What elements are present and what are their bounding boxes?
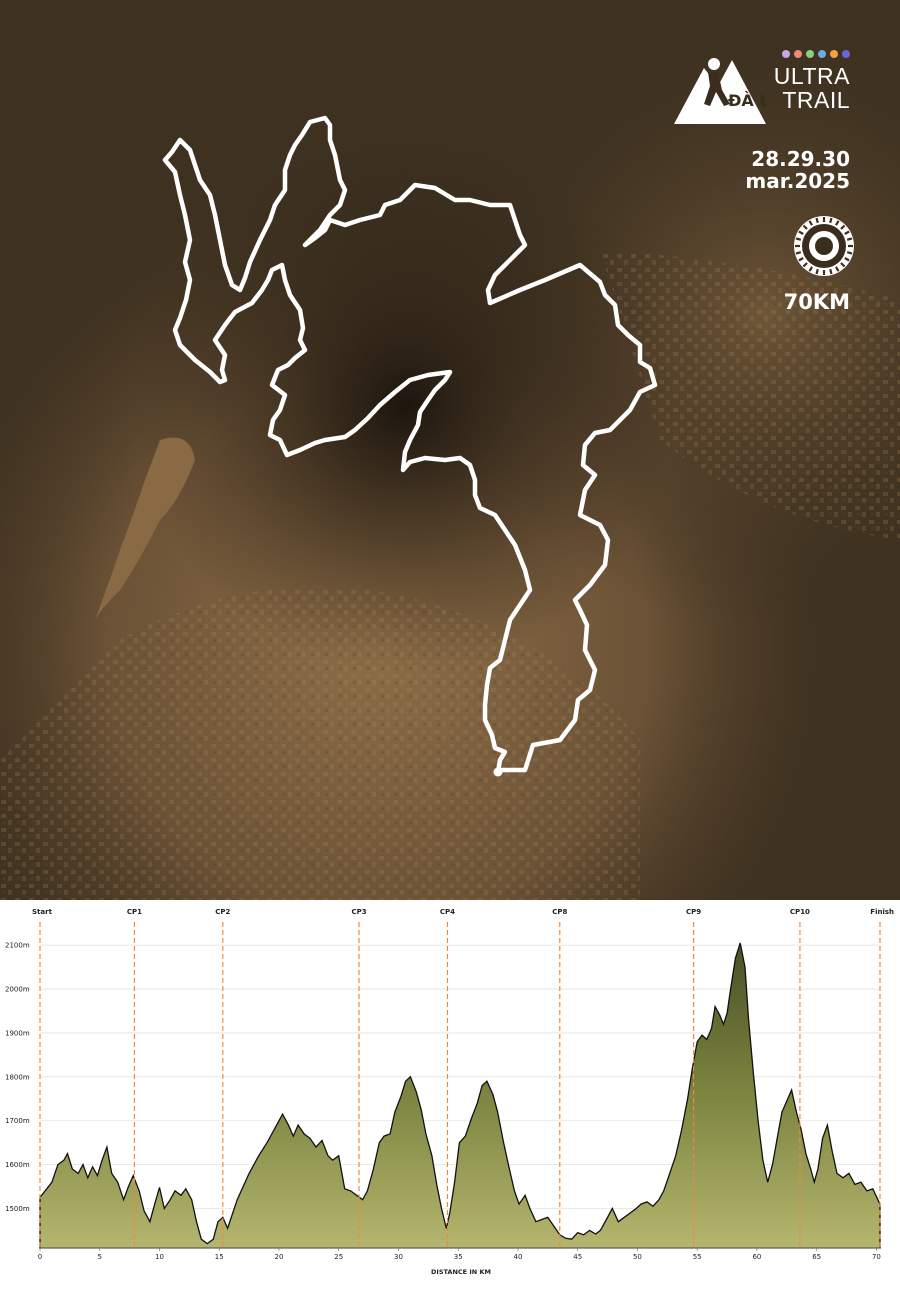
dates-month-year: mar.2025 — [745, 169, 850, 193]
y-tick-label: 1800m — [5, 1073, 30, 1081]
checkpoint-label: CP9 — [686, 908, 701, 916]
elevation-profile: Start CP1 CP2 CP3 CP4 CP8 CP9 CP10 Finish 1500m 1… — [0, 900, 900, 1293]
x-tick-label: 60 — [752, 1253, 761, 1261]
x-tick-label: 55 — [693, 1253, 702, 1261]
x-tick-label: 10 — [155, 1253, 164, 1261]
checkpoint-label: CP8 — [552, 908, 567, 916]
x-tick-label: 45 — [573, 1253, 582, 1261]
event-branding: ĐÀ LẠT ULTRA TRAIL 28.29.30 mar.2025 — [673, 46, 854, 314]
dot-3 — [806, 50, 814, 58]
y-tick-label: 1600m — [5, 1161, 30, 1169]
distance-badge-icon — [794, 216, 854, 276]
ultra-trail-logo: ĐÀ LẠT — [673, 58, 766, 124]
dot-5 — [830, 50, 838, 58]
color-dots — [782, 50, 850, 58]
y-tick-label: 2100m — [5, 942, 30, 950]
elevation-chart: Start CP1 CP2 CP3 CP4 CP8 CP9 CP10 Finish 1500m 1… — [5, 908, 894, 1276]
x-tick-label: 15 — [215, 1253, 224, 1261]
race-distance: 70KM — [783, 290, 850, 314]
route-map: ĐÀ LẠT ULTRA TRAIL 28.29.30 mar.2025 — [0, 0, 900, 900]
x-tick-label: 0 — [38, 1253, 42, 1261]
x-tick-label: 25 — [334, 1253, 343, 1261]
logo-letters: ĐÀ LẠT — [728, 91, 766, 110]
event-dates: 28.29.30 mar.2025 — [674, 148, 850, 192]
checkpoint-label: CP4 — [440, 908, 455, 916]
x-tick-label: 5 — [98, 1253, 102, 1261]
checkpoint-label: Finish — [870, 908, 894, 916]
y-tick-label: 1900m — [5, 1029, 30, 1037]
logo-trail: TRAIL — [782, 87, 850, 113]
x-axis-label: DISTANCE IN KM — [431, 1268, 491, 1276]
logo-ultra: ULTRA — [773, 63, 850, 89]
checkpoint-label: CP1 — [127, 908, 142, 916]
checkpoint-label: CP2 — [215, 908, 230, 916]
dot-1 — [782, 50, 790, 58]
x-tick-label: 50 — [633, 1253, 642, 1261]
dates-days: 28.29.30 — [751, 147, 850, 171]
checkpoint-label: CP3 — [351, 908, 366, 916]
x-tick-label: 20 — [275, 1253, 284, 1261]
y-tick-label: 1700m — [5, 1117, 30, 1125]
dot-6 — [842, 50, 850, 58]
x-tick-label: 30 — [394, 1253, 403, 1261]
checkpoint-label: CP10 — [790, 908, 810, 916]
x-tick-label: 35 — [454, 1253, 463, 1261]
dot-4 — [818, 50, 826, 58]
start-marker — [493, 767, 503, 777]
x-tick-label: 70 — [872, 1253, 881, 1261]
dot-2 — [794, 50, 802, 58]
y-tick-label: 2000m — [5, 986, 30, 994]
x-tick-label: 40 — [513, 1253, 522, 1261]
y-tick-label: 1500m — [5, 1205, 30, 1213]
x-tick-label: 65 — [812, 1253, 821, 1261]
checkpoint-label: Start — [32, 908, 53, 916]
